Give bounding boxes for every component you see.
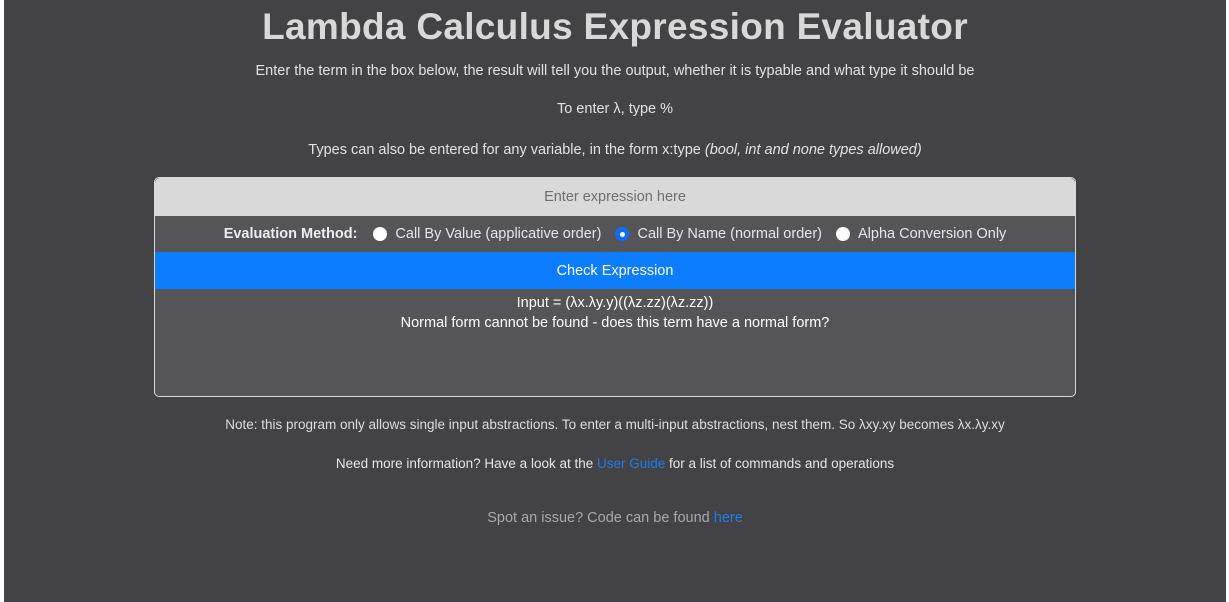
evaluator-panel: Evaluation Method: Call By Value (applic… xyxy=(154,177,1076,397)
types-hint-italic: (bool, int and none types allowed) xyxy=(704,142,922,158)
lambda-hint: To enter λ, type % xyxy=(556,101,674,117)
types-hint: Types can also be entered for any variab… xyxy=(4,142,1226,158)
info-text: Need more information? Have a look at th… xyxy=(4,456,1226,471)
page-title: Lambda Calculus Expression Evaluator xyxy=(262,6,968,47)
issue-text: Spot an issue? Code can be found here xyxy=(4,510,1226,526)
info-text-after: for a list of commands and operations xyxy=(665,456,895,471)
radio-label-call-by-value[interactable]: Call By Value (applicative order) xyxy=(395,226,601,242)
info-text-before: Need more information? Have a look at th… xyxy=(335,456,597,471)
radio-label-call-by-name[interactable]: Call By Name (normal order) xyxy=(637,226,822,242)
code-here-link[interactable]: here xyxy=(714,510,743,526)
types-hint-text: Types can also be entered for any variab… xyxy=(308,142,705,158)
issue-text-before: Spot an issue? Code can be found xyxy=(487,510,714,526)
radio-call-by-value[interactable] xyxy=(373,227,388,241)
radio-label-alpha-conversion[interactable]: Alpha Conversion Only xyxy=(858,226,1006,242)
check-expression-button[interactable]: Check Expression xyxy=(155,252,1075,289)
radio-alpha-conversion[interactable] xyxy=(836,227,850,241)
page: Lambda Calculus Expression Evaluator Ent… xyxy=(4,0,1226,602)
result-message-line: Normal form cannot be found - does this … xyxy=(400,315,830,331)
page-subtitle: Enter the term in the box below, the res… xyxy=(255,63,975,79)
radio-call-by-name[interactable] xyxy=(615,227,630,241)
expression-input[interactable] xyxy=(155,178,1075,216)
result-output: Input = (λx.λy.y)((λz.zz)(λz.zz)) Normal… xyxy=(155,293,1075,333)
evaluation-method-row: Evaluation Method: Call By Value (applic… xyxy=(155,216,1075,252)
evaluation-method-label: Evaluation Method: xyxy=(223,226,358,242)
result-input-line: Input = (λx.λy.y)((λz.zz)(λz.zz)) xyxy=(516,295,714,311)
user-guide-link[interactable]: User Guide xyxy=(597,456,665,471)
note-text: Note: this program only allows single in… xyxy=(225,417,1005,432)
